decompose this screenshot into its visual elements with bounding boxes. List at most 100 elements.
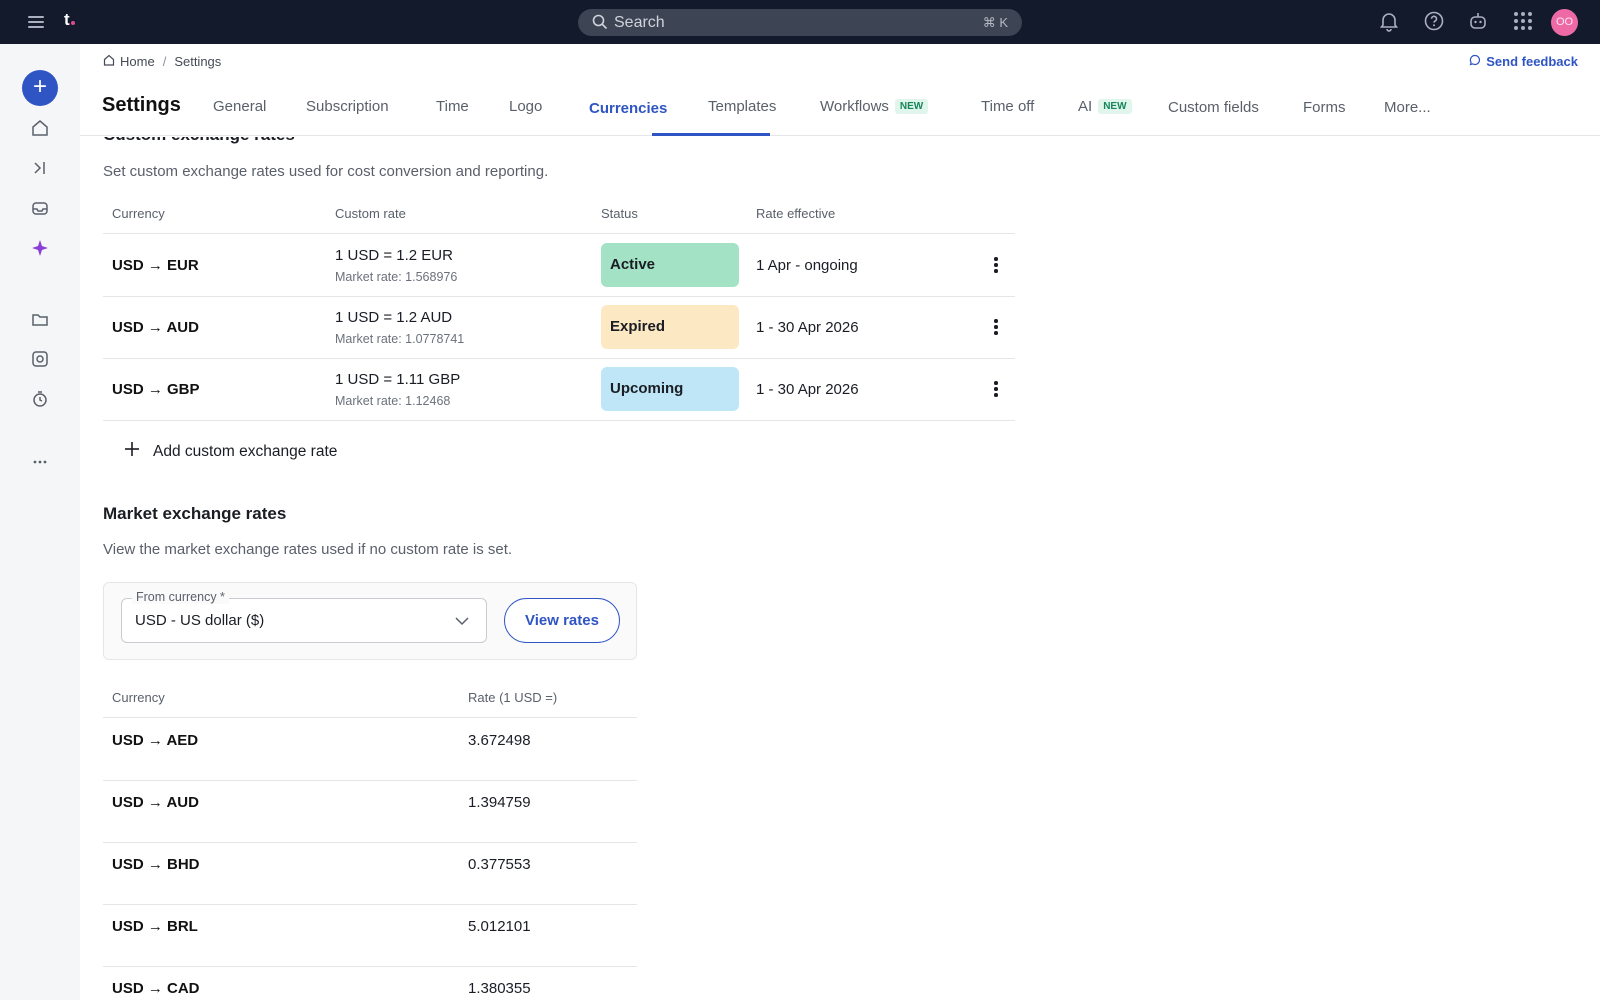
apps-grid-icon[interactable]	[1512, 10, 1534, 37]
currency-pair: USD → BRL	[112, 918, 198, 935]
custom-rates-description: Set custom exchange rates used for cost …	[103, 163, 549, 180]
row-actions-icon[interactable]	[986, 379, 1006, 399]
market-rate: Market rate: 1.568976	[335, 270, 458, 284]
more-icon[interactable]	[30, 452, 50, 472]
rate-effective: 1 - 30 Apr 2026	[756, 381, 859, 398]
tab-templates[interactable]: Templates	[708, 98, 776, 115]
tab-time[interactable]: Time	[436, 98, 469, 115]
tab-ai[interactable]: AI NEW	[1078, 98, 1132, 115]
rate-effective: 1 - 30 Apr 2026	[756, 319, 859, 336]
sidebar-expand-icon[interactable]	[30, 158, 50, 178]
tab-currencies[interactable]: Currencies	[589, 100, 667, 117]
row-actions-icon[interactable]	[986, 255, 1006, 275]
folder-icon[interactable]	[30, 309, 50, 329]
column-header-custom-rate: Custom rate	[335, 206, 406, 221]
table-divider	[103, 842, 637, 843]
left-rail: +	[0, 44, 80, 1000]
table-divider	[103, 966, 637, 967]
tab-workflows-label: Workflows	[820, 98, 889, 115]
bot-icon[interactable]	[1467, 10, 1489, 37]
send-feedback-link[interactable]: Send feedback	[1469, 54, 1578, 69]
new-badge: NEW	[894, 99, 929, 114]
logo-dot	[70, 21, 75, 25]
new-badge: NEW	[1098, 99, 1132, 114]
help-icon[interactable]	[1423, 10, 1445, 37]
breadcrumb: Home / Settings	[103, 54, 221, 69]
from-currency-label: From currency *	[132, 590, 229, 604]
column-header-currency: Currency	[112, 206, 165, 221]
sparkle-icon[interactable]	[30, 238, 50, 258]
from-currency-select[interactable]: From currency * USD - US dollar ($)	[121, 590, 487, 643]
market-rate-value: 1.380355	[468, 980, 531, 997]
tab-workflows[interactable]: Workflows NEW	[820, 98, 929, 115]
table-divider	[103, 420, 1015, 421]
bell-icon[interactable]	[1378, 10, 1400, 37]
page-title: Settings	[102, 94, 181, 116]
search-placeholder: Search	[614, 14, 665, 31]
status-badge: Expired	[601, 305, 739, 349]
view-rates-button[interactable]: View rates	[504, 598, 620, 643]
market-rate-value: 3.672498	[468, 732, 531, 749]
feedback-label: Send feedback	[1486, 54, 1578, 69]
user-avatar[interactable]: OO	[1551, 9, 1578, 36]
tab-more[interactable]: More...	[1384, 99, 1431, 116]
table-divider	[103, 358, 1015, 359]
logo-text: t	[64, 10, 70, 29]
table-divider	[103, 233, 1015, 234]
tab-logo[interactable]: Logo	[509, 98, 542, 115]
feedback-icon	[1469, 54, 1481, 69]
home-icon[interactable]	[30, 118, 50, 138]
plus-icon	[124, 441, 140, 462]
tab-custom-fields[interactable]: Custom fields	[1168, 99, 1259, 116]
market-rates-description: View the market exchange rates used if n…	[103, 541, 513, 558]
main-content: Custom exchange rates Set custom exchang…	[80, 137, 1600, 1000]
status-badge: Upcoming	[601, 367, 739, 411]
custom-rate: 1 USD = 1.2 AUD	[335, 309, 453, 326]
breadcrumb-home-label: Home	[120, 54, 155, 69]
status-badge: Active	[601, 243, 739, 287]
app-logo[interactable]: t	[64, 10, 75, 30]
custom-rates-title: Custom exchange rates	[103, 137, 295, 145]
top-bar: t Search ⌘ K OO	[0, 0, 1600, 44]
currency-pair: USD → AUD	[112, 794, 199, 811]
currency-pair: USD → EUR	[112, 257, 199, 274]
currency-pair: USD → BHD	[112, 856, 200, 873]
rate-effective: 1 Apr - ongoing	[756, 257, 858, 274]
market-rate: Market rate: 1.0778741	[335, 332, 465, 346]
table-divider	[103, 780, 637, 781]
menu-icon[interactable]	[26, 12, 46, 32]
camera-icon[interactable]	[30, 349, 50, 369]
market-rate-value: 1.394759	[468, 794, 531, 811]
currency-pair: USD → CAD	[112, 980, 200, 997]
search-icon	[592, 14, 608, 35]
tab-general[interactable]: General	[213, 98, 266, 115]
breadcrumb-current: Settings	[174, 54, 222, 69]
tab-time-off[interactable]: Time off	[981, 98, 1034, 115]
currency-pair: USD → AED	[112, 732, 199, 749]
settings-header: Home / Settings Send feedback Settings G…	[80, 44, 1600, 136]
market-rate: Market rate: 1.12468	[335, 394, 451, 408]
create-button[interactable]: +	[22, 70, 58, 106]
inbox-icon[interactable]	[30, 198, 50, 218]
timer-icon[interactable]	[30, 389, 50, 409]
active-tab-indicator	[652, 133, 770, 136]
column-header-rate: Rate (1 USD =)	[468, 690, 558, 705]
tab-ai-label: AI	[1078, 98, 1093, 115]
search-input[interactable]: Search ⌘ K	[578, 9, 1022, 36]
custom-rate: 1 USD = 1.2 EUR	[335, 247, 453, 264]
market-rate-value: 0.377553	[468, 856, 531, 873]
table-divider	[103, 717, 637, 718]
add-custom-rate-label: Add custom exchange rate	[153, 442, 338, 460]
breadcrumb-home[interactable]: Home	[103, 54, 155, 69]
table-divider	[103, 904, 637, 905]
row-actions-icon[interactable]	[986, 317, 1006, 337]
market-rates-title: Market exchange rates	[103, 504, 287, 523]
market-rate-value: 5.012101	[468, 918, 531, 935]
column-header-currency: Currency	[112, 690, 165, 705]
tab-forms[interactable]: Forms	[1303, 99, 1346, 116]
custom-rate: 1 USD = 1.11 GBP	[335, 371, 461, 388]
tab-subscription[interactable]: Subscription	[306, 98, 389, 115]
breadcrumb-separator: /	[162, 54, 167, 69]
currency-pair: USD → GBP	[112, 381, 200, 398]
add-custom-rate-button[interactable]: Add custom exchange rate	[124, 441, 337, 462]
